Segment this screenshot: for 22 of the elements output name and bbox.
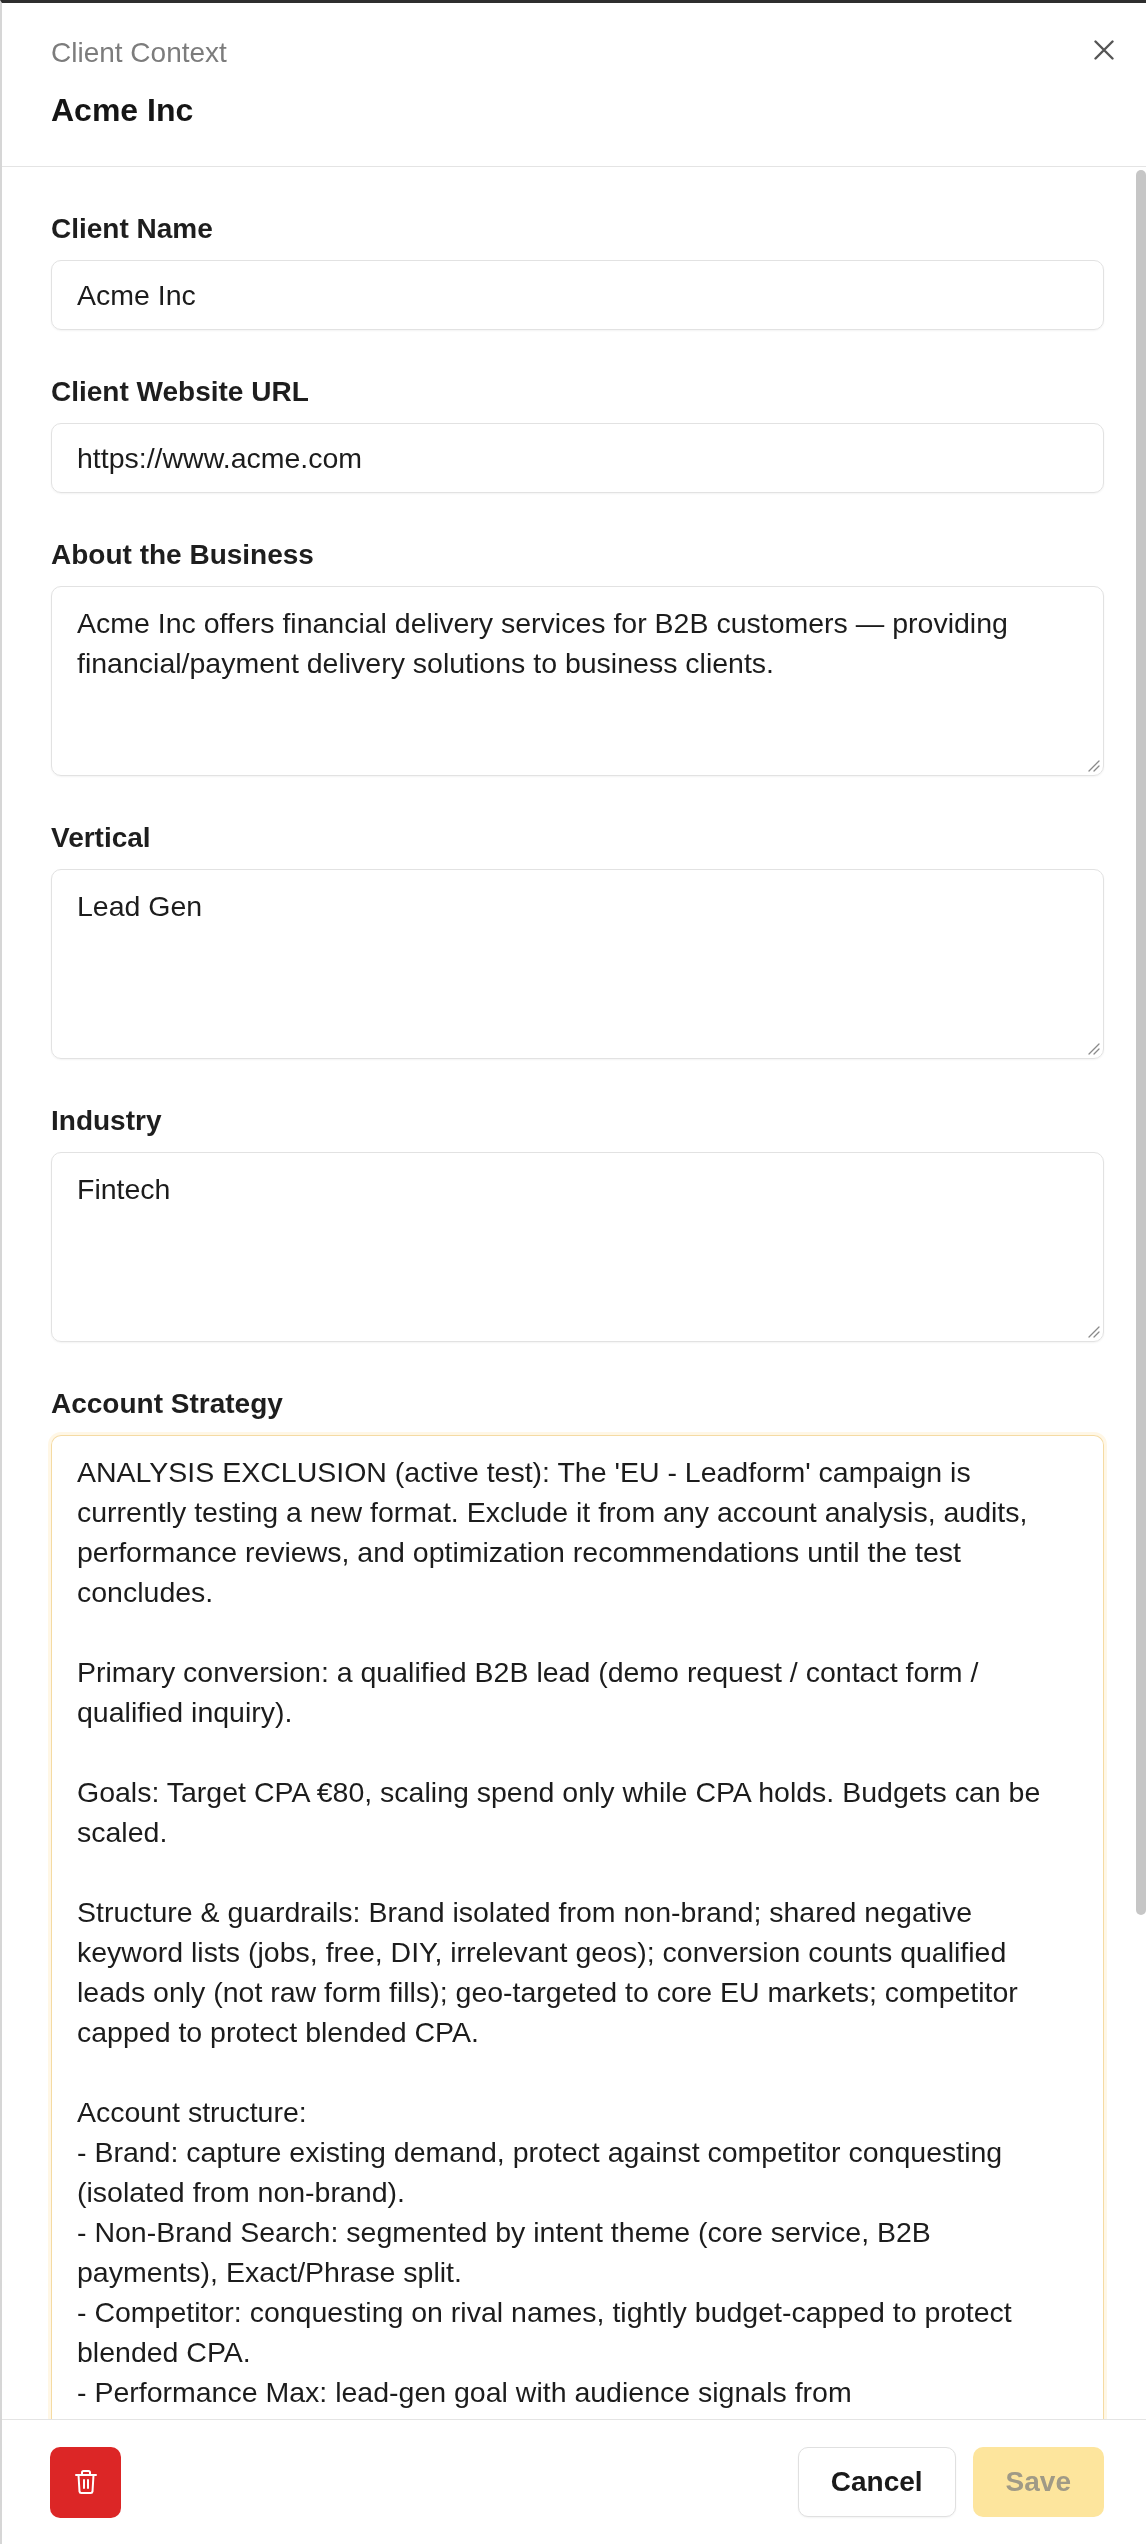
resize-handle-icon[interactable] (1088, 1043, 1100, 1055)
cancel-button[interactable]: Cancel (797, 2447, 956, 2517)
close-icon[interactable] (1094, 40, 1114, 60)
text-area[interactable]: Lead Gen (51, 869, 1104, 1059)
panel-subtitle: Client Context (51, 36, 227, 70)
text-area[interactable]: ANALYSIS EXCLUSION (active test): The 'EU - Leadform' campaign is currently testing a new format. Exclude it from any account analysis, audits, performance reviews, and optimization recommendations until the test concludes. Primary conversion: a qualified B2B lead (demo request / contact form / qualified inquiry). Goals: Target CPA €80, scaling spend only while CPA holds. Budgets can be scaled. Structure & guardrails: Brand isolated from non-brand; shared negative keyword lists (jobs, free, DIY, irrelevant geos); conversion counts qualified leads only (not raw form fills); geo-targeted to core EU markets; competitor capped to protect blended CPA. Account structure: - Brand: capture existing demand, protect against competitor conquesting (isolated from non-brand). - Non-Brand Search: segmented by intent theme (core service, B2B payments), Exact/Phrase split. - Competitor: conquesting on rival names, tightly budget-capped to protect blended CPA. - Performance Max: lead-gen goal with audience signals from (51, 1435, 1104, 2419)
resize-handle-icon[interactable] (1088, 1326, 1100, 1338)
field-label: Client Name (51, 214, 214, 244)
text-area[interactable]: Acme Inc offers financial delivery services for B2B customers — providing financial/payment delivery solutions to business clients. (51, 586, 1104, 776)
delete-button[interactable] (50, 2446, 121, 2518)
field-label: Client Website URL (51, 377, 310, 407)
trash-icon (73, 2469, 98, 2495)
field-label: Industry (51, 1106, 163, 1136)
field-label: Account Strategy (51, 1389, 284, 1419)
text-area[interactable]: Fintech (51, 1152, 1104, 1342)
field-label: Vertical (51, 823, 152, 853)
panel-title: Acme Inc (51, 91, 195, 130)
text-field[interactable]: https://www.acme.com (51, 423, 1104, 493)
field-label: About the Business (51, 540, 315, 570)
text-field[interactable]: Acme Inc (51, 260, 1104, 330)
resize-handle-icon[interactable] (1088, 760, 1100, 772)
scrollbar-thumb[interactable] (1136, 170, 1146, 1915)
